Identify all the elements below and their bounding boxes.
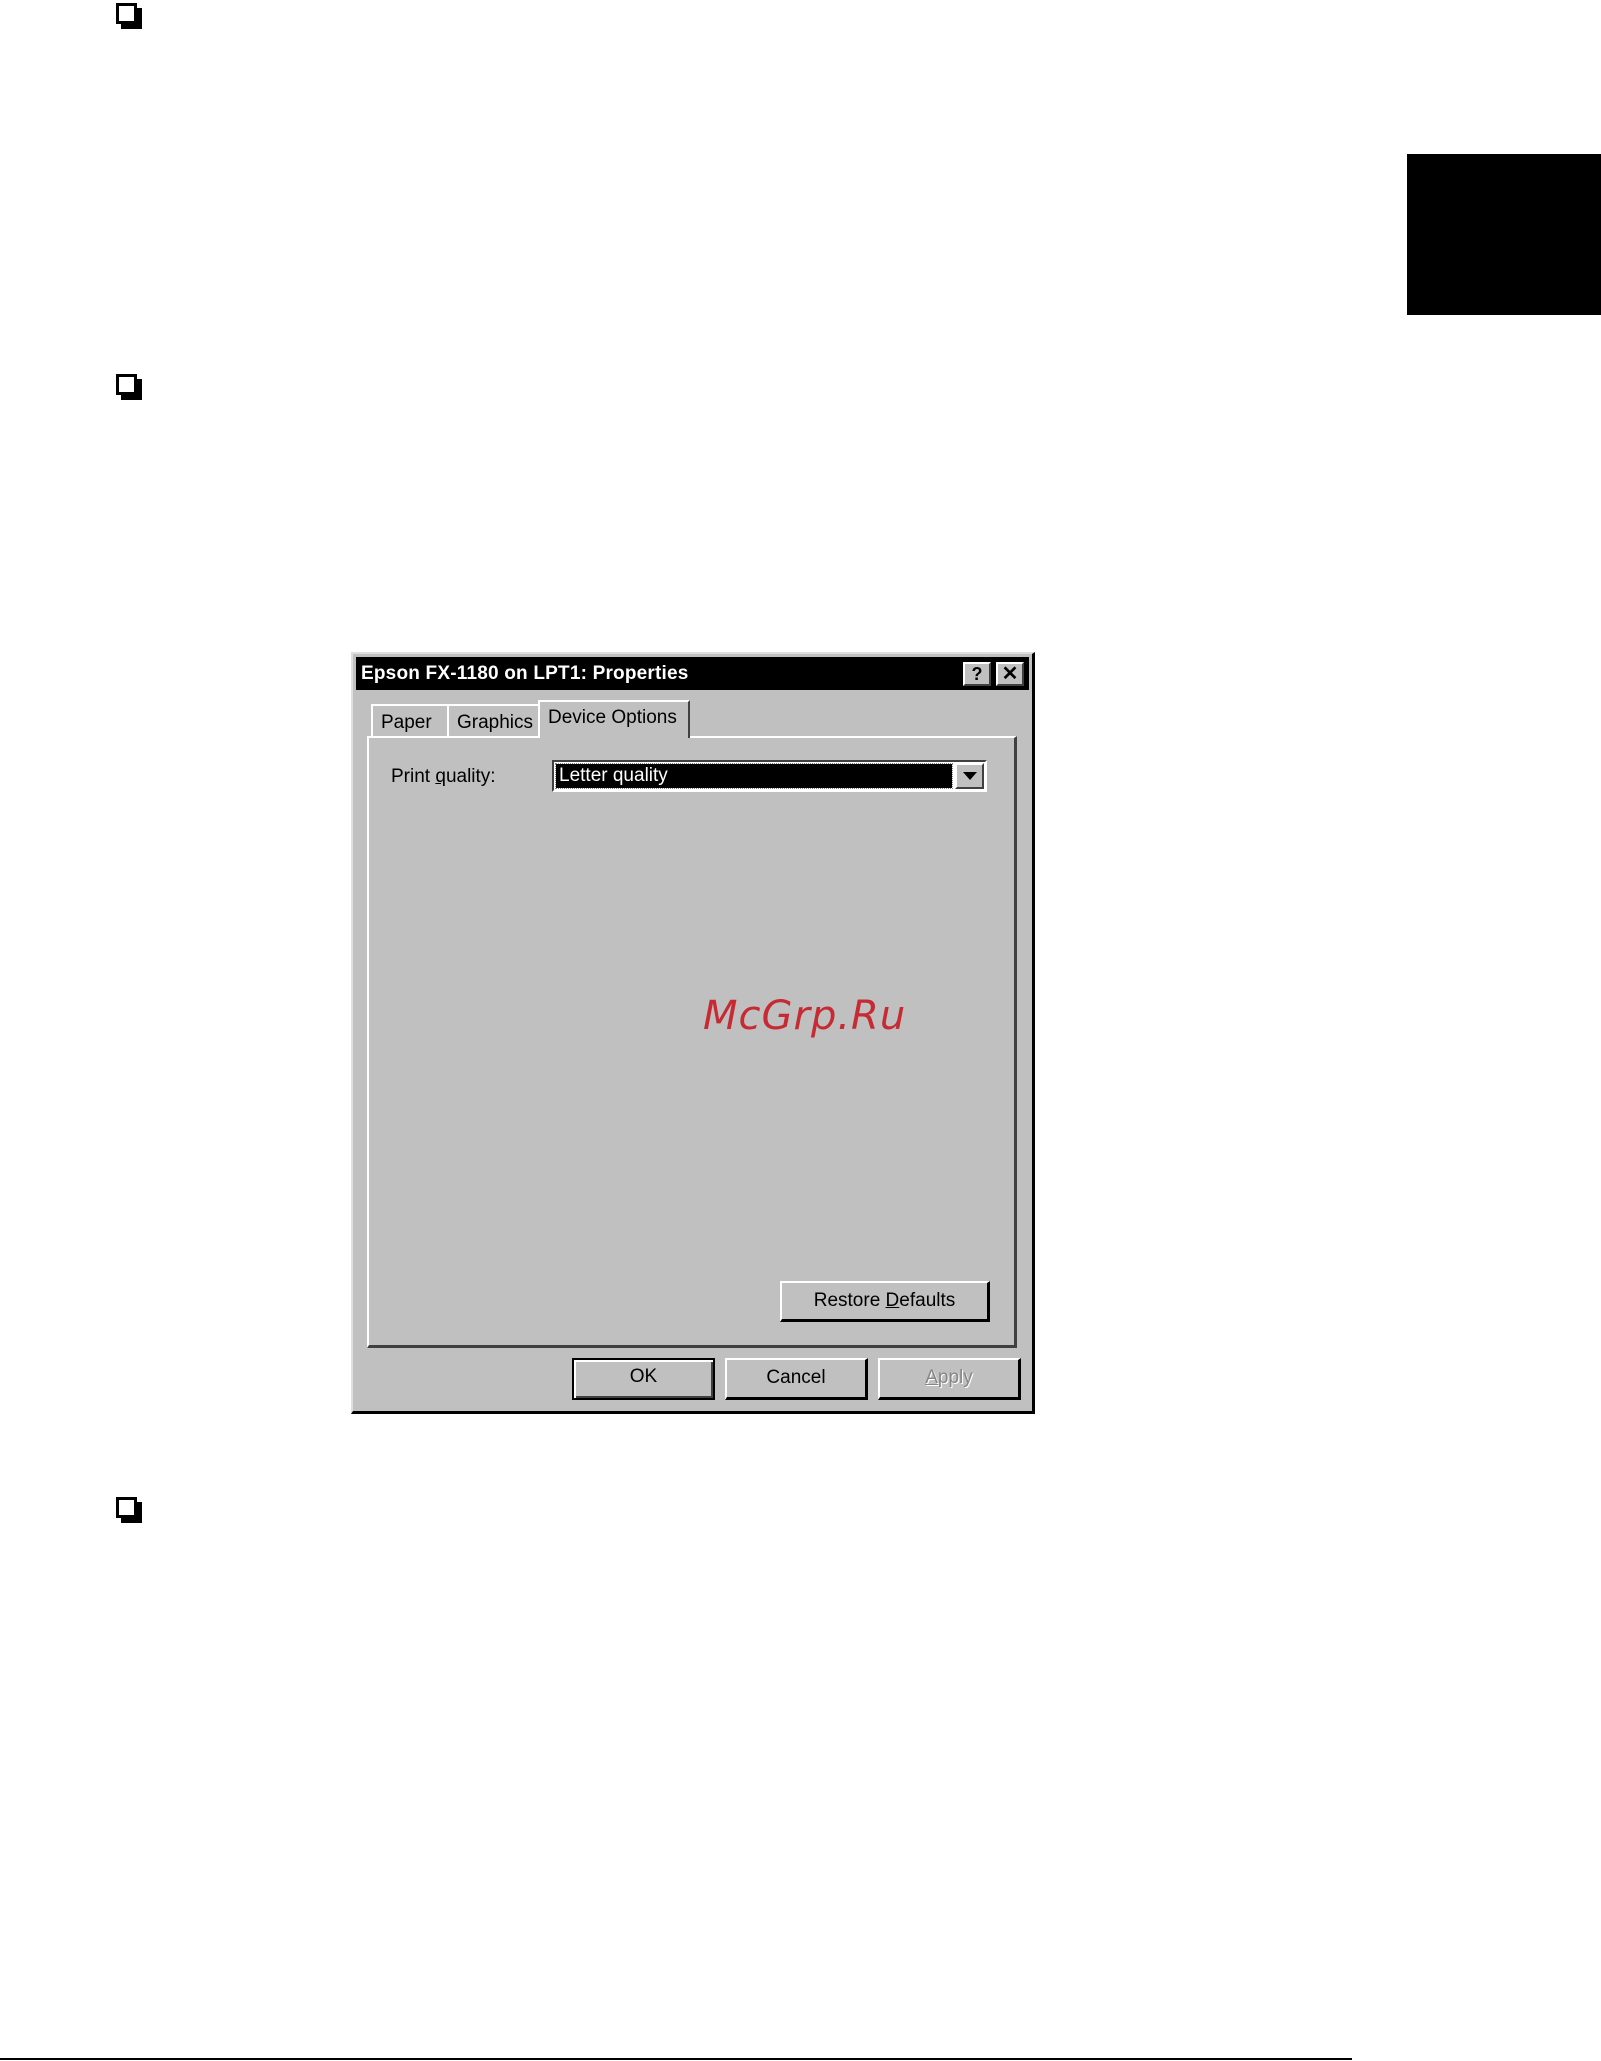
print-quality-value[interactable]: Letter quality — [555, 763, 953, 789]
tab-paper[interactable]: Paper — [371, 704, 449, 736]
print-quality-label-text: Print — [391, 766, 436, 787]
dropdown-arrow-icon — [963, 772, 977, 780]
restore-defaults-button[interactable]: Restore Defaults — [780, 1281, 990, 1322]
footer-rule — [0, 2058, 1352, 2060]
bullet-checkbox-icon — [116, 374, 137, 395]
bullet-checkbox-icon — [116, 1497, 137, 1518]
device-options-panel: Print quality: Letter quality McGrp.Ru R… — [367, 736, 1017, 1348]
dropdown-button[interactable] — [955, 763, 984, 789]
section-tab-marker — [1407, 154, 1601, 315]
tab-graphics[interactable]: Graphics — [447, 704, 540, 736]
apply-accelerator: A — [925, 1367, 938, 1388]
watermark: McGrp.Ru — [703, 993, 907, 1039]
restore-accelerator: D — [885, 1290, 900, 1311]
print-quality-label: Print quality: — [391, 766, 496, 788]
print-quality-label-rest: uality: — [445, 766, 496, 787]
print-quality-accelerator: q — [435, 766, 446, 787]
bullet-checkbox-icon — [116, 3, 137, 24]
cancel-button[interactable]: Cancel — [725, 1358, 868, 1400]
apply-label-rest: pply — [937, 1367, 973, 1388]
title-bar: Epson FX-1180 on LPT1: Properties ? ✕ — [356, 657, 1029, 690]
help-icon[interactable]: ? — [963, 662, 991, 686]
printer-properties-dialog: Epson FX-1180 on LPT1: Properties ? ✕ Pa… — [351, 652, 1035, 1414]
dialog-title: Epson FX-1180 on LPT1: Properties — [361, 663, 689, 684]
tab-device-options[interactable]: Device Options — [538, 700, 690, 738]
restore-label-rest: efaults — [899, 1290, 956, 1311]
apply-button[interactable]: Apply — [878, 1358, 1021, 1400]
close-icon[interactable]: ✕ — [996, 662, 1024, 686]
restore-label: Restore — [813, 1290, 886, 1311]
ok-button[interactable]: OK — [572, 1358, 715, 1400]
print-quality-select[interactable]: Letter quality — [552, 760, 987, 792]
